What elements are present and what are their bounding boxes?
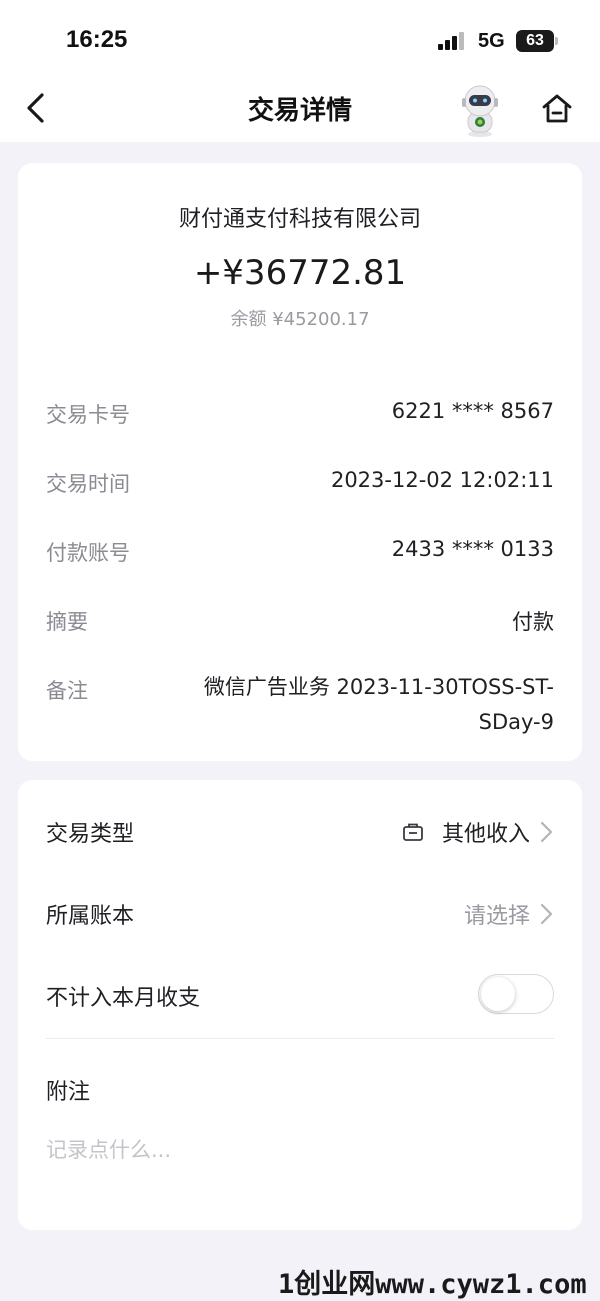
note-input[interactable]: [46, 1132, 554, 1168]
detail-value: 2023-12-02 12:02:11: [330, 468, 554, 492]
note-label: 附注: [46, 1080, 91, 1105]
signal-icon: [438, 32, 466, 50]
nav-bar: 交易详情: [0, 80, 600, 142]
exclude-from-month-row: 不计入本月收支: [46, 974, 554, 1016]
toggle-knob: [481, 977, 515, 1011]
detail-value: 付款: [512, 610, 554, 634]
transaction-summary-card: 财付通支付科技有限公司 +¥36772.81 余额 ¥45200.17 交易卡号…: [18, 163, 582, 761]
detail-label: 备注: [46, 679, 88, 703]
detail-label: 摘要: [46, 610, 88, 634]
network-label: 5G: [478, 30, 505, 52]
account-book-row[interactable]: 所属账本 请选择: [46, 894, 554, 934]
merchant-name: 财付通支付科技有限公司: [178, 207, 421, 232]
category-icon: [402, 822, 424, 842]
transaction-type-row[interactable]: 交易类型 其他收入: [46, 812, 554, 852]
status-time: 16:25: [66, 26, 128, 53]
transaction-type-value: 其他收入: [441, 822, 530, 847]
detail-label: 交易时间: [46, 472, 130, 496]
setting-label: 所属账本: [46, 904, 135, 929]
transaction-settings-card: 交易类型 其他收入 所属账本 请选择 不计入本月收支 附注: [18, 780, 582, 1230]
page-title: 交易详情: [247, 96, 352, 126]
battery-icon: 63: [516, 30, 558, 52]
detail-label: 付款账号: [46, 541, 130, 565]
note-label-row: 附注: [46, 1070, 554, 1110]
setting-label: 不计入本月收支: [46, 986, 201, 1011]
detail-value: 6221 **** 8567: [391, 399, 554, 423]
home-icon[interactable]: [540, 92, 574, 126]
chevron-right-icon: [538, 902, 554, 926]
exclude-toggle[interactable]: [478, 974, 554, 1014]
transaction-amount: +¥36772.81: [193, 253, 407, 293]
detail-value: 微信广告业务 2023-11-30TOSS-ST-SDay-9: [203, 675, 554, 734]
account-balance: 余额 ¥45200.17: [230, 309, 370, 330]
account-book-value: 请选择: [463, 904, 530, 929]
detail-value: 2433 **** 0133: [391, 537, 554, 561]
detail-label: 交易卡号: [46, 403, 130, 427]
status-bar: 16:25 5G 63: [0, 0, 600, 80]
divider: [46, 1038, 554, 1039]
robot-avatar-icon[interactable]: [452, 82, 508, 138]
chevron-right-icon: [538, 820, 554, 844]
setting-label: 交易类型: [46, 822, 135, 847]
watermark-text: 1创业网www.cywz1.com: [278, 1269, 587, 1300]
